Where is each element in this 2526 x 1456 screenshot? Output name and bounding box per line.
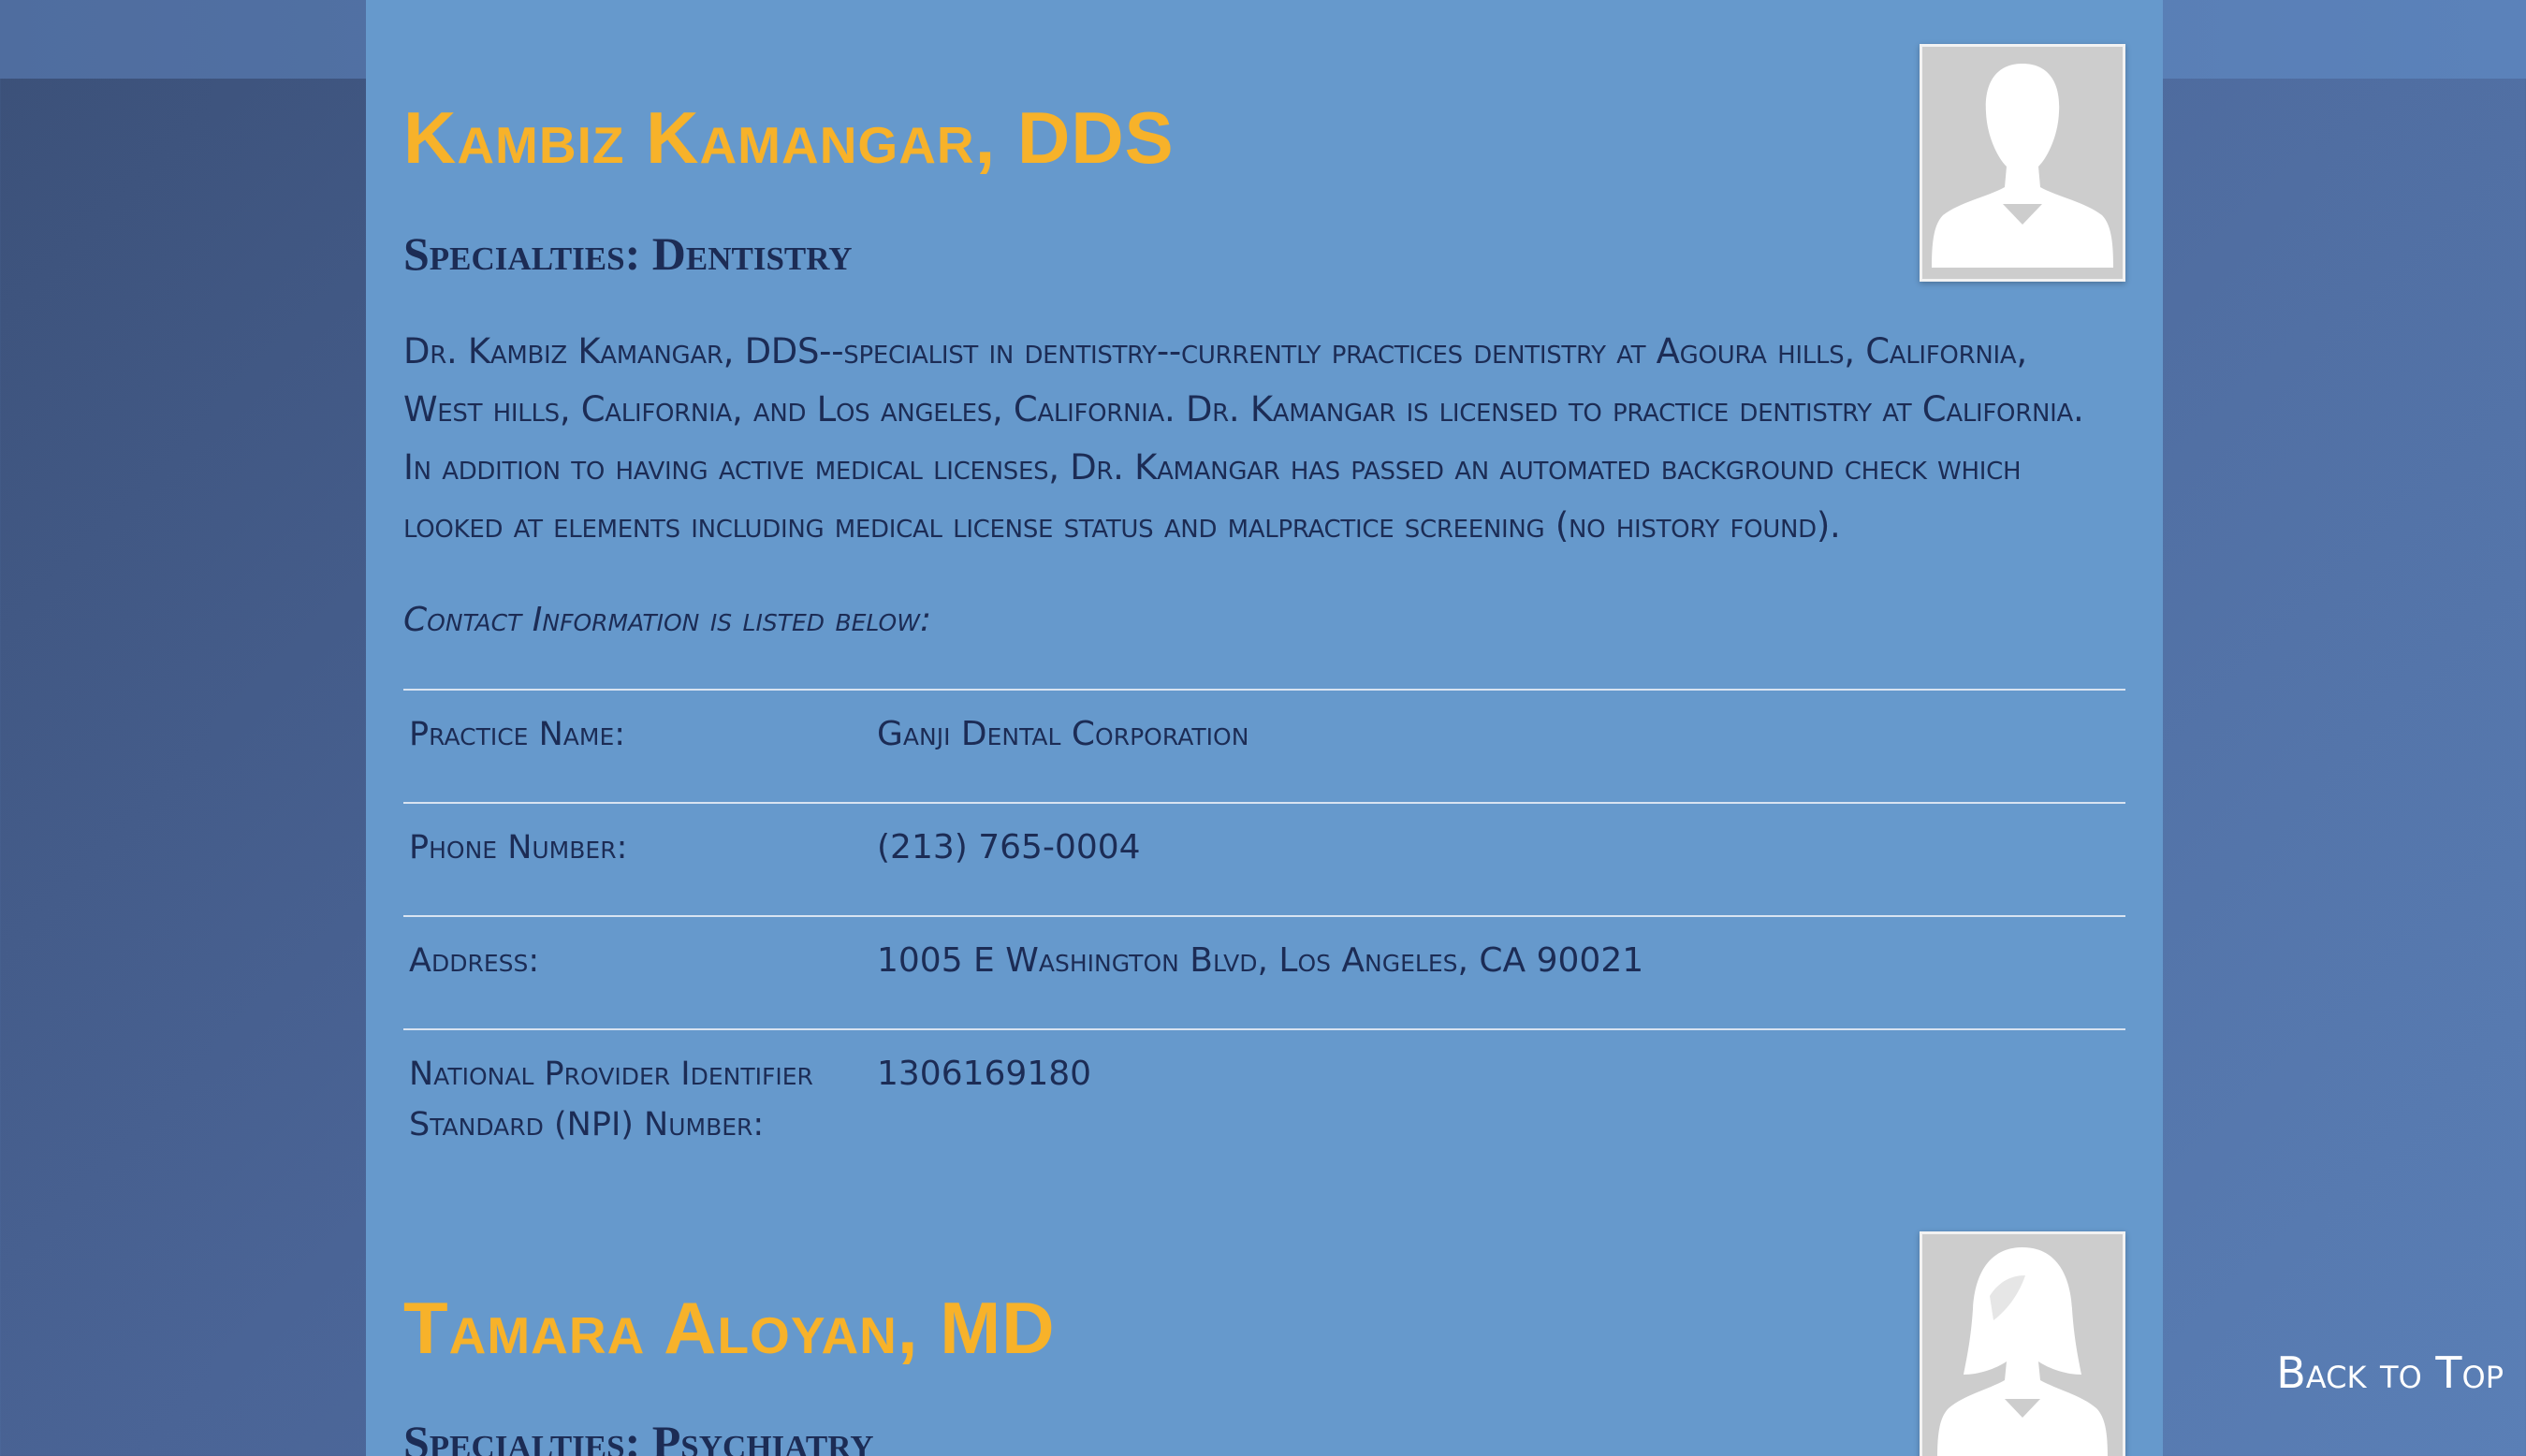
doctor-specialty: Specialties: Psychiatry bbox=[403, 1416, 874, 1456]
doctor-bio: Dr. Kambiz Kamangar, DDS--specialist in … bbox=[403, 331, 2084, 546]
female-silhouette-icon bbox=[1920, 1231, 2125, 1456]
doctor-name: Kambiz Kamangar, DDS bbox=[403, 96, 1175, 179]
phone-number-label: Phone Number: bbox=[409, 829, 628, 866]
contact-note: Contact Information is listed below: bbox=[403, 601, 932, 639]
practice-name-label: Practice Name: bbox=[409, 716, 626, 753]
table-row: National Provider Identifier Standard (N… bbox=[403, 1028, 2125, 1171]
contact-table: Practice Name: Ganji Dental Corporation … bbox=[403, 689, 2125, 1171]
table-row: Phone Number: (213) 765-0004 bbox=[403, 802, 2125, 915]
phone-number-value: (213) 765-0004 bbox=[877, 828, 1141, 866]
npi-label: National Provider Identifier Standard (N… bbox=[409, 1056, 813, 1143]
address-value: 1005 E Washington Blvd, Los Angeles, CA … bbox=[877, 941, 1644, 980]
doctor-name: Tamara Aloyan, MD bbox=[403, 1287, 1056, 1369]
doctor-specialty: Specialties: Dentistry bbox=[403, 227, 853, 280]
table-row: Address: 1005 E Washington Blvd, Los Ang… bbox=[403, 915, 2125, 1028]
content-panel: Kambiz Kamangar, DDS Specialties: Dentis… bbox=[366, 0, 2163, 1456]
back-to-top-link[interactable]: Back to Top bbox=[2276, 1347, 2504, 1398]
npi-value: 1306169180 bbox=[877, 1055, 1092, 1093]
table-row: Practice Name: Ganji Dental Corporation bbox=[403, 689, 2125, 802]
address-label: Address: bbox=[409, 942, 540, 980]
male-silhouette-icon bbox=[1920, 44, 2125, 282]
practice-name-value: Ganji Dental Corporation bbox=[877, 715, 1249, 753]
